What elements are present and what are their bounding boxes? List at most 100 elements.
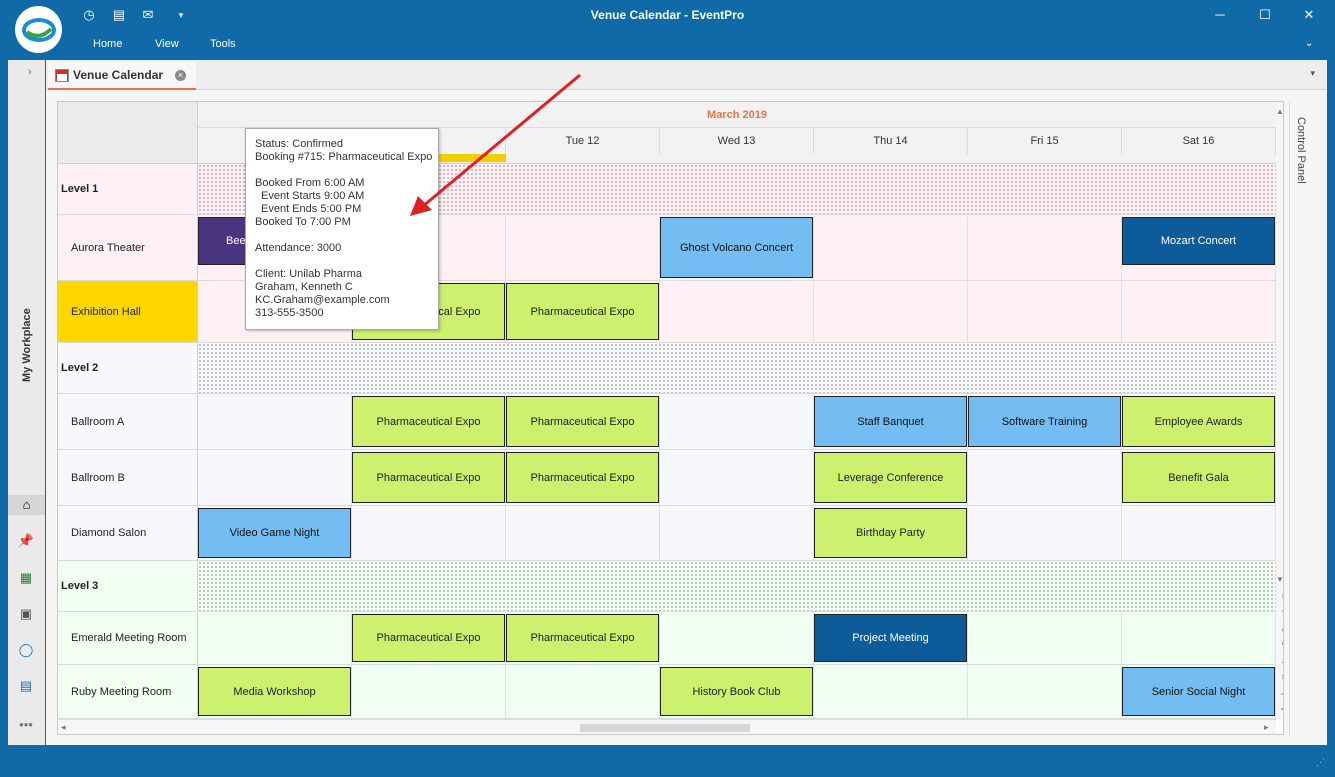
calendar-cell[interactable]	[660, 281, 814, 342]
maximize-icon[interactable]: ☐	[1250, 5, 1280, 25]
last-page-icon[interactable]: ⇟	[1279, 672, 1283, 683]
previous-icon[interactable]: ˄	[1279, 624, 1283, 634]
pin-icon[interactable]: 📌	[16, 531, 36, 551]
event-block[interactable]: Mozart Concert	[1122, 217, 1275, 265]
event-block[interactable]: Project Meeting	[814, 614, 967, 662]
calendar-cell[interactable]	[1122, 612, 1276, 664]
minimize-icon[interactable]: ─	[1205, 5, 1235, 25]
chat-icon[interactable]: ◯	[16, 640, 36, 660]
clipboard-icon[interactable]: ▤	[16, 676, 36, 696]
event-block[interactable]: Pharmaceutical Expo	[506, 396, 659, 447]
contacts-icon[interactable]: ▣	[16, 604, 36, 624]
calendar-list-icon[interactable]: ▦	[16, 568, 36, 588]
event-block[interactable]: Pharmaceutical Expo	[352, 614, 505, 662]
level-label[interactable]: Level 3	[58, 561, 198, 611]
level-label[interactable]: Level 2	[58, 343, 198, 393]
event-block[interactable]: Video Game Night	[198, 508, 351, 558]
calendar-cell[interactable]	[814, 665, 968, 718]
calendar-cell[interactable]	[968, 612, 1122, 664]
home-icon[interactable]: ⌂	[8, 495, 45, 515]
event-block[interactable]: Ghost Volcano Concert	[660, 217, 813, 278]
resize-grip-icon[interactable]: ⋰	[1316, 757, 1325, 768]
room-label[interactable]: Aurora Theater	[58, 215, 198, 280]
control-panel[interactable]: Control Panel	[1289, 101, 1309, 735]
scroll-left-icon[interactable]: ◂	[61, 722, 66, 733]
day-header[interactable]: Wed 13	[660, 128, 814, 154]
room-label[interactable]: Exhibition Hall	[58, 281, 198, 342]
tab-list-dropdown-icon[interactable]: ▾	[1310, 68, 1315, 79]
level-fill	[198, 343, 1276, 393]
calendar-cell[interactable]	[968, 506, 1122, 560]
room-row: Exhibition Hall	[58, 281, 1276, 343]
room-row: Emerald Meeting Room	[58, 612, 1276, 665]
sidebar-expand-icon[interactable]: ›	[28, 66, 32, 78]
event-block[interactable]: Leverage Conference	[814, 452, 967, 503]
next-icon[interactable]: ˅	[1279, 640, 1283, 650]
calendar-cell[interactable]	[968, 665, 1122, 718]
horizontal-scroll-thumb[interactable]	[580, 724, 750, 732]
room-label[interactable]: Ballroom B	[58, 450, 198, 505]
day-header[interactable]: Fri 15	[968, 128, 1122, 154]
event-block[interactable]: Media Workshop	[198, 667, 351, 716]
tab-venue-calendar[interactable]: Venue Calendar ×	[48, 62, 196, 90]
scroll-right-icon[interactable]: ▸	[1264, 722, 1269, 733]
scroll-up-icon[interactable]: ▲	[1276, 107, 1283, 116]
page-up-icon[interactable]: ⇡	[1279, 608, 1283, 619]
event-block[interactable]: Software Training	[968, 396, 1121, 447]
scroll-down-icon[interactable]: ▼	[1276, 575, 1283, 584]
calendar-cell[interactable]	[198, 394, 352, 449]
horizontal-scrollbar[interactable]: ◂ ▸	[58, 719, 1276, 734]
day-header[interactable]: Thu 14	[814, 128, 968, 154]
calendar-cell[interactable]	[660, 450, 814, 505]
tab-label: Venue Calendar	[73, 68, 164, 82]
event-block[interactable]: Staff Banquet	[814, 396, 967, 447]
event-block[interactable]: Pharmaceutical Expo	[506, 283, 659, 340]
room-label[interactable]: Emerald Meeting Room	[58, 612, 198, 664]
calendar-cell[interactable]	[506, 215, 660, 280]
calendar-cell[interactable]	[352, 506, 506, 560]
tab-close-icon[interactable]: ×	[175, 70, 186, 81]
menu-tools[interactable]: Tools	[210, 38, 236, 50]
sidebar-label[interactable]: My Workplace	[21, 292, 33, 382]
event-block[interactable]: Pharmaceutical Expo	[352, 452, 505, 503]
calendar-cell[interactable]	[968, 450, 1122, 505]
calendar-cell[interactable]	[814, 215, 968, 280]
event-block[interactable]: Pharmaceutical Expo	[506, 614, 659, 662]
room-label[interactable]: Ruby Meeting Room	[58, 665, 198, 718]
event-block[interactable]: Employee Awards	[1122, 396, 1275, 447]
room-label[interactable]: Diamond Salon	[58, 506, 198, 560]
event-block[interactable]: Birthday Party	[814, 508, 967, 558]
menu-view[interactable]: View	[155, 38, 179, 50]
calendar-cell[interactable]	[352, 665, 506, 718]
calendar-cell[interactable]	[506, 506, 660, 560]
calendar-cell[interactable]	[660, 506, 814, 560]
first-page-icon[interactable]: ⇞	[1279, 592, 1283, 603]
event-block[interactable]: History Book Club	[660, 667, 813, 716]
zoom-out-icon[interactable]: −	[1279, 702, 1283, 716]
day-header[interactable]: Sat 16	[1122, 128, 1276, 154]
calendar-cell[interactable]	[506, 665, 660, 718]
day-header[interactable]: Tue 12	[506, 128, 660, 154]
event-block[interactable]: Pharmaceutical Expo	[352, 396, 505, 447]
level-label[interactable]: Level 1	[58, 164, 198, 214]
zoom-in-icon[interactable]: +	[1279, 687, 1283, 701]
event-block[interactable]: Pharmaceutical Expo	[506, 452, 659, 503]
menu-home[interactable]: Home	[93, 38, 122, 50]
event-block[interactable]: Senior Social Night	[1122, 667, 1275, 716]
tooltip-event-ends: Event Ends 5:00 PM	[261, 203, 362, 215]
calendar-cell[interactable]	[1122, 281, 1276, 342]
ribbon-collapse-icon[interactable]: ⌄	[1305, 38, 1313, 49]
page-down-icon[interactable]: ⇣	[1279, 656, 1283, 667]
calendar-cell[interactable]	[968, 281, 1122, 342]
close-icon[interactable]: ✕	[1294, 5, 1324, 25]
calendar-cell[interactable]	[968, 215, 1122, 280]
calendar-cell[interactable]	[198, 450, 352, 505]
calendar-cell[interactable]	[660, 612, 814, 664]
event-block[interactable]: Benefit Gala	[1122, 452, 1275, 503]
calendar-cell[interactable]	[198, 612, 352, 664]
more-icon[interactable]: •••	[16, 715, 36, 735]
calendar-cell[interactable]	[1122, 506, 1276, 560]
calendar-cell[interactable]	[660, 394, 814, 449]
room-label[interactable]: Ballroom A	[58, 394, 198, 449]
calendar-cell[interactable]	[814, 281, 968, 342]
